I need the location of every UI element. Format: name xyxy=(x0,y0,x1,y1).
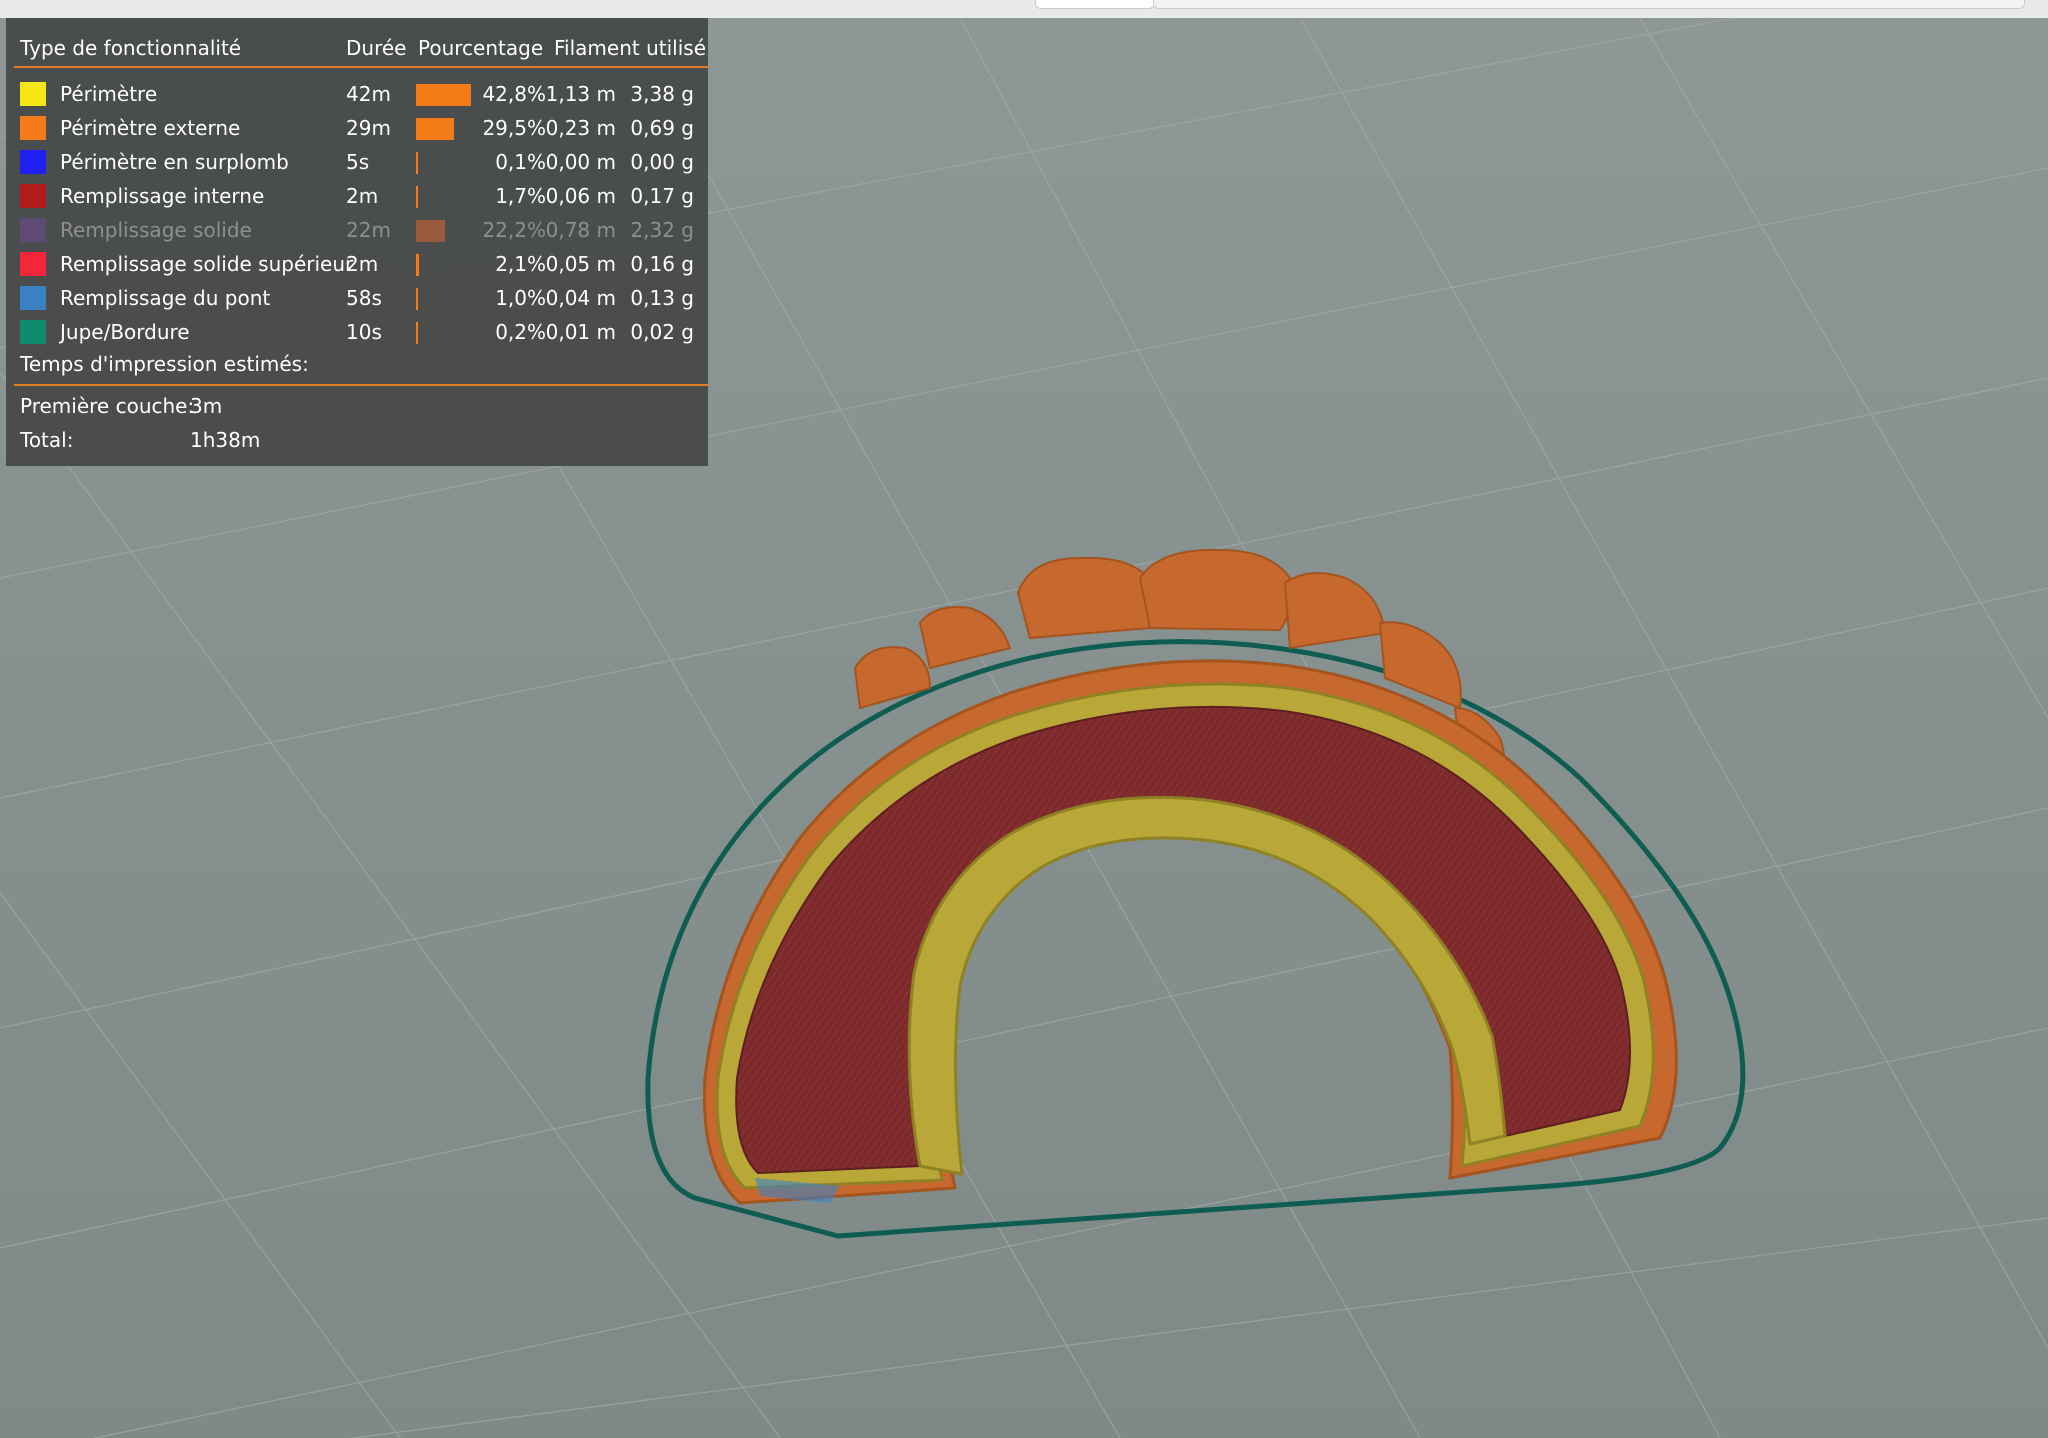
feature-length: 0,23 m xyxy=(545,116,616,140)
feature-name: Remplissage interne xyxy=(60,184,265,208)
feature-length: 0,78 m xyxy=(545,218,616,242)
feature-duration: 58s xyxy=(346,286,382,310)
feature-length: 0,05 m xyxy=(545,252,616,276)
feature-weight: 0,02 g xyxy=(630,320,694,344)
feature-percentage: 29,5% xyxy=(482,116,546,140)
legend-row[interactable]: Remplissage solide 22m 22,2% 0,78 m 2,32 g xyxy=(6,214,708,246)
feature-name: Jupe/Bordure xyxy=(60,320,190,344)
feature-weight: 0,17 g xyxy=(630,184,694,208)
feature-color-swatch xyxy=(20,218,46,242)
legend-row[interactable]: Remplissage solide supérieur 2m 2,1% 0,05 m… xyxy=(6,248,708,280)
feature-length: 1,13 m xyxy=(545,82,616,106)
header-feature-type: Type de fonctionnalité xyxy=(20,36,242,60)
top-toolbar-edge xyxy=(0,0,2048,19)
percentage-bar xyxy=(416,118,454,140)
legend-row[interactable]: Périmètre 42m 42,8% 1,13 m 3,38 g xyxy=(6,78,708,110)
percentage-bar xyxy=(416,186,419,208)
feature-duration: 10s xyxy=(346,320,382,344)
feature-length: 0,01 m xyxy=(545,320,616,344)
feature-color-swatch xyxy=(20,320,46,344)
feature-length: 0,06 m xyxy=(545,184,616,208)
total-label: Total: xyxy=(20,428,74,452)
view-tab-strip[interactable] xyxy=(1153,0,2025,9)
legend-row[interactable]: Périmètre en surplomb 5s 0,1% 0,00 m 0,00 g xyxy=(6,146,708,178)
feature-name: Périmètre en surplomb xyxy=(60,150,289,174)
feature-duration: 5s xyxy=(346,150,370,174)
feature-name: Périmètre externe xyxy=(60,116,241,140)
feature-percentage: 22,2% xyxy=(482,218,546,242)
total-value: 1h38m xyxy=(190,428,261,452)
feature-weight: 0,00 g xyxy=(630,150,694,174)
feature-weight: 0,16 g xyxy=(630,252,694,276)
feature-duration: 42m xyxy=(346,82,391,106)
times-divider xyxy=(14,384,708,386)
legend-row[interactable]: Jupe/Bordure 10s 0,2% 0,01 m 0,02 g xyxy=(6,316,708,348)
feature-duration: 29m xyxy=(346,116,391,140)
header-percentage: Pourcentage xyxy=(418,36,544,60)
feature-percentage: 0,1% xyxy=(495,150,546,174)
feature-weight: 0,13 g xyxy=(630,286,694,310)
feature-duration: 22m xyxy=(346,218,391,242)
feature-color-swatch xyxy=(20,184,46,208)
feature-name: Périmètre xyxy=(60,82,158,106)
header-filament-used: Filament utilisé xyxy=(554,36,706,60)
feature-percentage: 1,0% xyxy=(495,286,546,310)
feature-percentage: 42,8% xyxy=(482,82,546,106)
feature-weight: 3,38 g xyxy=(630,82,694,106)
first-layer-label: Première couche: xyxy=(20,394,195,418)
percentage-bar xyxy=(416,152,418,174)
percentage-bar xyxy=(416,322,418,344)
percentage-bar xyxy=(416,220,445,242)
feature-duration: 2m xyxy=(346,184,379,208)
feature-percentage: 0,2% xyxy=(495,320,546,344)
feature-length: 0,00 m xyxy=(545,150,616,174)
estimated-times-title: Temps d'impression estimés: xyxy=(20,352,309,376)
legend-row[interactable]: Périmètre externe 29m 29,5% 0,23 m 0,69 g xyxy=(6,112,708,144)
percentage-bar xyxy=(416,84,471,106)
feature-name: Remplissage du pont xyxy=(60,286,271,310)
feature-name: Remplissage solide xyxy=(60,218,252,242)
feature-color-swatch xyxy=(20,116,46,140)
feature-statistics-legend: Type de fonctionnalité Durée Pourcentage… xyxy=(6,18,708,466)
percentage-bar xyxy=(416,254,419,276)
feature-color-swatch xyxy=(20,252,46,276)
feature-color-swatch xyxy=(20,82,46,106)
feature-weight: 2,32 g xyxy=(630,218,694,242)
feature-weight: 0,69 g xyxy=(630,116,694,140)
feature-color-swatch xyxy=(20,150,46,174)
feature-color-swatch xyxy=(20,286,46,310)
legend-row[interactable]: Remplissage du pont 58s 1,0% 0,04 m 0,13 g xyxy=(6,282,708,314)
feature-duration: 2m xyxy=(346,252,379,276)
header-divider xyxy=(14,66,708,68)
header-duration: Durée xyxy=(346,36,407,60)
legend-row[interactable]: Remplissage interne 2m 1,7% 0,06 m 0,17 g xyxy=(6,180,708,212)
feature-name: Remplissage solide supérieur xyxy=(60,252,354,276)
feature-percentage: 2,1% xyxy=(495,252,546,276)
first-layer-value: 3m xyxy=(190,394,223,418)
view-tab[interactable] xyxy=(1035,0,1155,9)
percentage-bar xyxy=(416,288,418,310)
feature-length: 0,04 m xyxy=(545,286,616,310)
feature-percentage: 1,7% xyxy=(495,184,546,208)
